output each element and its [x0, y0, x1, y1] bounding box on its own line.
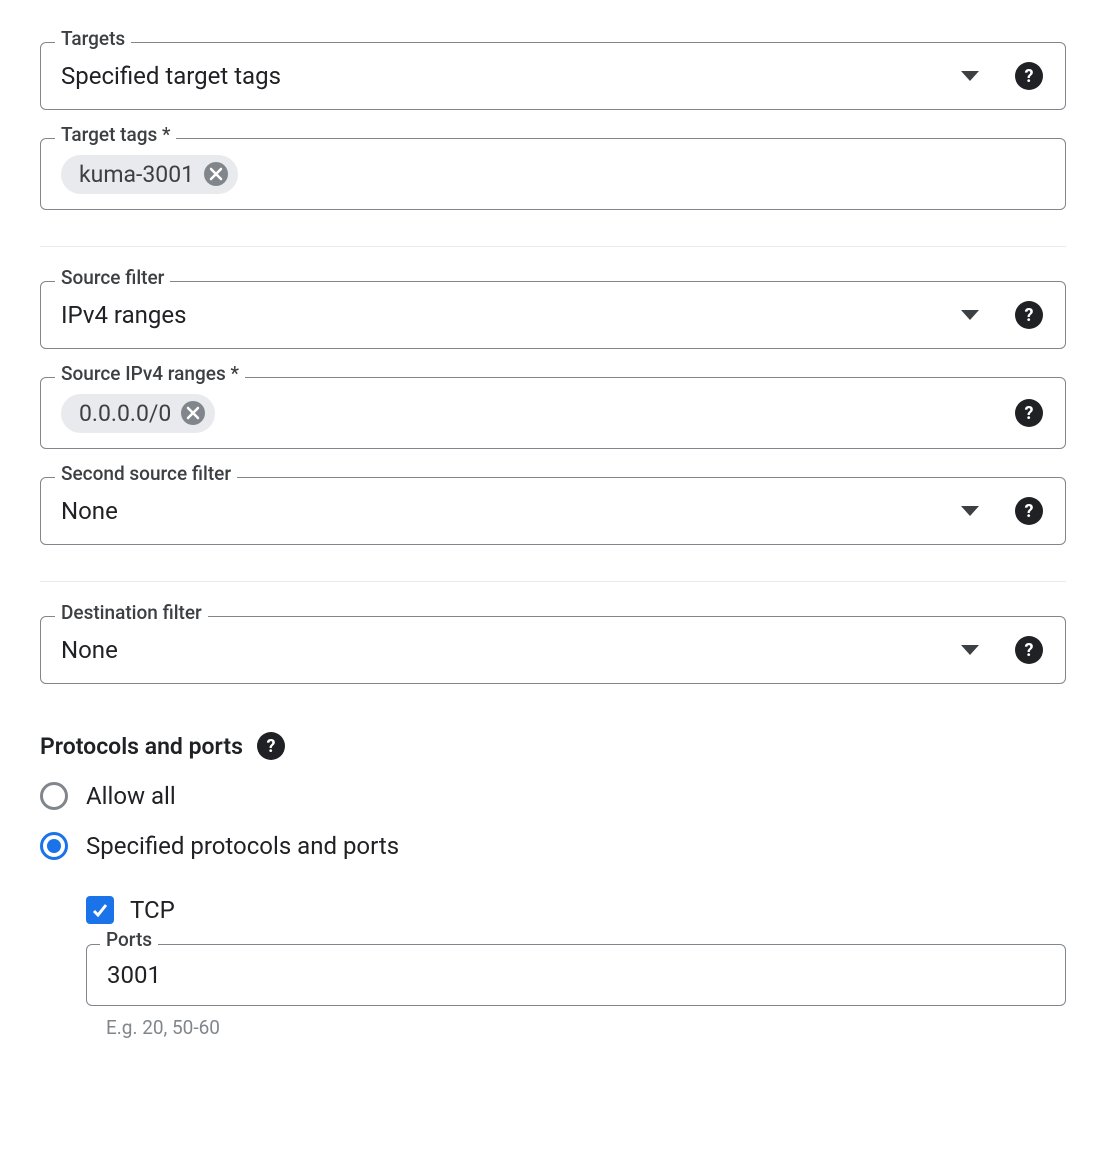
- source-filter-label: Source filter: [55, 268, 170, 287]
- help-icon[interactable]: ?: [1015, 62, 1043, 90]
- chevron-down-icon: [961, 506, 979, 516]
- chevron-down-icon: [961, 71, 979, 81]
- chip-remove-icon[interactable]: [204, 162, 228, 186]
- protocols-label: Protocols and ports: [40, 733, 243, 760]
- divider: [40, 581, 1066, 582]
- radio-label: Specified protocols and ports: [86, 832, 399, 860]
- help-icon[interactable]: ?: [1015, 399, 1043, 427]
- second-source-filter-value: None: [61, 497, 955, 525]
- source-ranges-input[interactable]: Source IPv4 ranges * 0.0.0.0/0 ?: [40, 377, 1066, 449]
- source-filter-select[interactable]: Source filter IPv4 ranges ?: [40, 281, 1066, 349]
- radio-label: Allow all: [86, 782, 176, 810]
- protocols-section-title: Protocols and ports ?: [40, 732, 1066, 760]
- targets-label: Targets: [55, 29, 131, 48]
- help-icon[interactable]: ?: [1015, 636, 1043, 664]
- second-source-filter-select[interactable]: Second source filter None ?: [40, 477, 1066, 545]
- ports-example: E.g. 20, 50-60: [106, 1016, 1066, 1039]
- target-tags-input[interactable]: Target tags * kuma-3001: [40, 138, 1066, 210]
- help-icon[interactable]: ?: [1015, 497, 1043, 525]
- help-icon[interactable]: ?: [257, 732, 285, 760]
- help-icon[interactable]: ?: [1015, 301, 1043, 329]
- ports-value: 3001: [107, 961, 161, 989]
- chip-label: kuma-3001: [79, 161, 194, 188]
- second-source-filter-label: Second source filter: [55, 464, 237, 483]
- radio-allow-all[interactable]: Allow all: [40, 782, 1066, 810]
- radio-icon: [40, 832, 68, 860]
- destination-filter-label: Destination filter: [55, 603, 208, 622]
- tcp-ports-input[interactable]: Ports 3001: [86, 944, 1066, 1006]
- radio-specified[interactable]: Specified protocols and ports: [40, 832, 1066, 860]
- targets-select[interactable]: Targets Specified target tags ?: [40, 42, 1066, 110]
- tcp-checkbox-row[interactable]: TCP: [86, 896, 1066, 924]
- chevron-down-icon: [961, 645, 979, 655]
- tcp-label: TCP: [130, 896, 175, 924]
- divider: [40, 246, 1066, 247]
- ports-label: Ports: [100, 930, 158, 949]
- destination-filter-value: None: [61, 636, 955, 664]
- radio-icon: [40, 782, 68, 810]
- source-filter-value: IPv4 ranges: [61, 301, 955, 329]
- targets-value: Specified target tags: [61, 62, 955, 90]
- chip-remove-icon[interactable]: [181, 401, 205, 425]
- target-tags-label: Target tags *: [55, 125, 176, 144]
- chevron-down-icon: [961, 310, 979, 320]
- range-chip: 0.0.0.0/0: [61, 394, 215, 433]
- tag-chip: kuma-3001: [61, 155, 238, 194]
- destination-filter-select[interactable]: Destination filter None ?: [40, 616, 1066, 684]
- checkbox-icon[interactable]: [86, 896, 114, 924]
- source-ranges-label: Source IPv4 ranges *: [55, 364, 245, 383]
- chip-label: 0.0.0.0/0: [79, 400, 171, 427]
